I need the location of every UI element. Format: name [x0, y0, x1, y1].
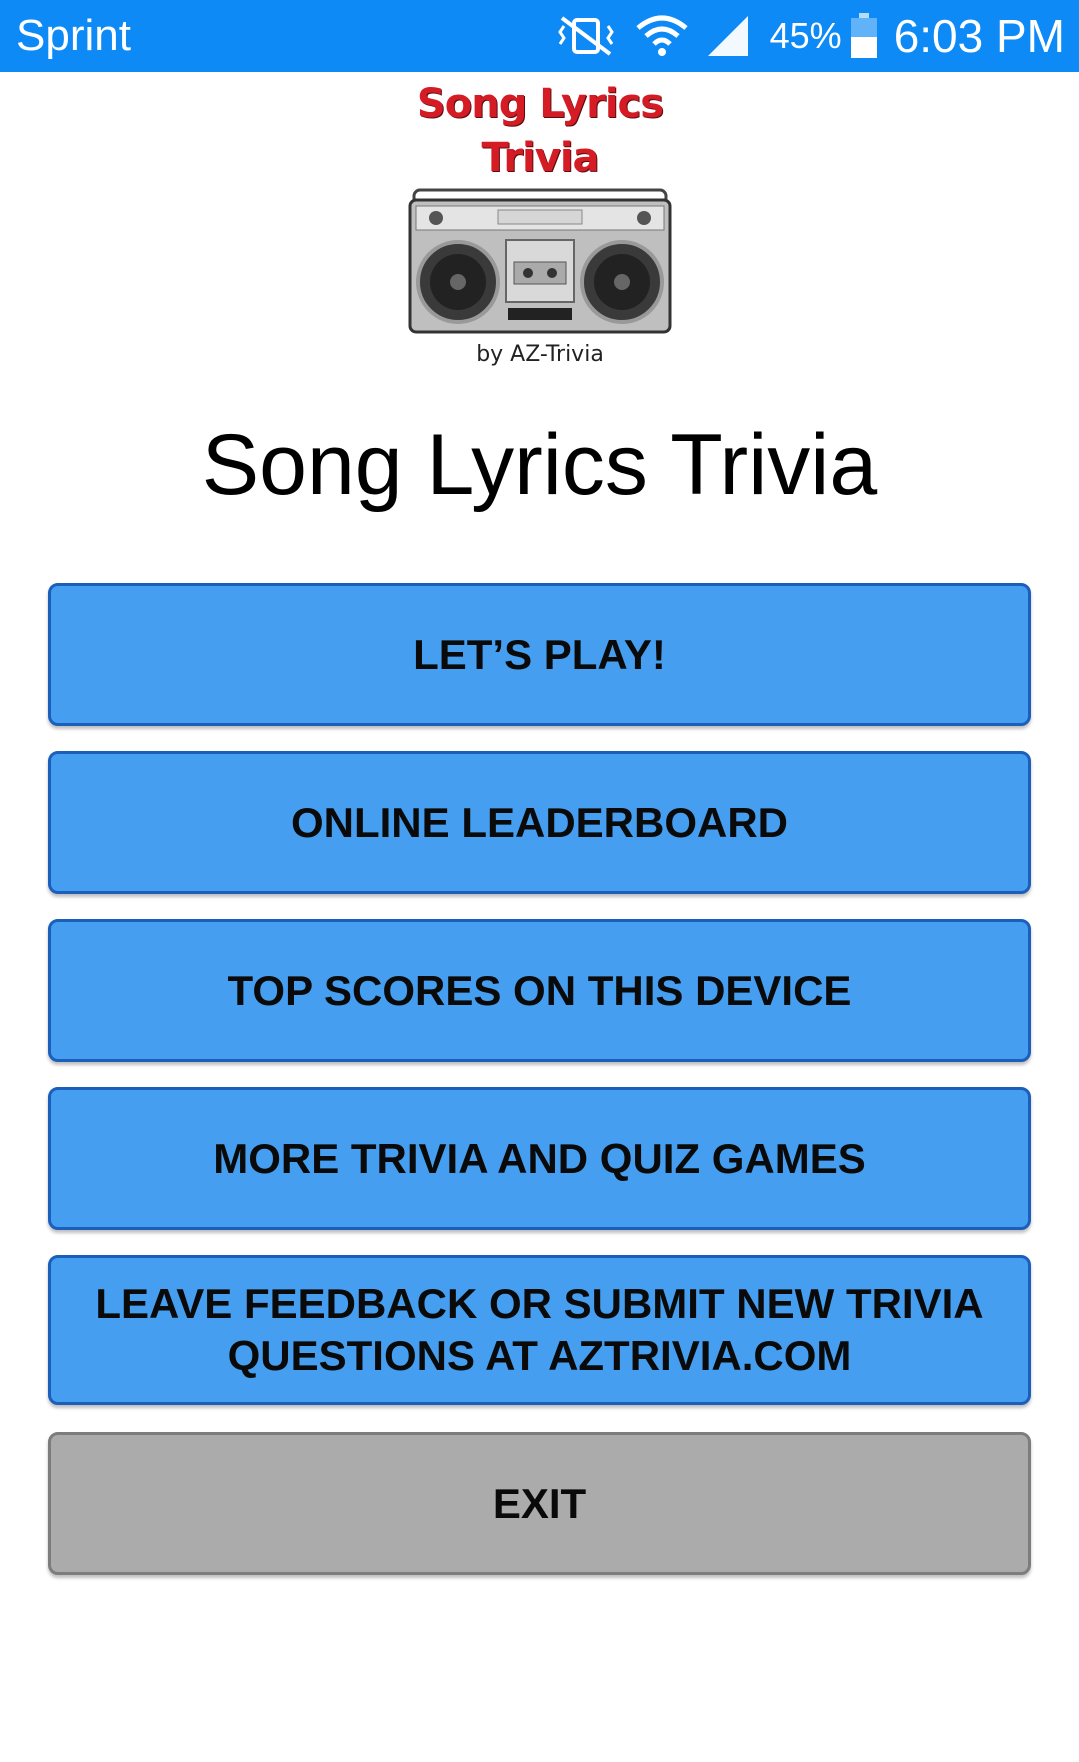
- app-logo: Song Lyrics Trivia by AZ-Trivia: [400, 76, 680, 376]
- battery-percent: 45%: [769, 15, 842, 56]
- clock: 6:03 PM: [893, 10, 1065, 62]
- lets-play-button[interactable]: LET’S PLAY!: [48, 583, 1031, 726]
- page-title: Song Lyrics Trivia: [201, 417, 878, 513]
- top-scores-button[interactable]: TOP SCORES ON THIS DEVICE: [48, 919, 1031, 1062]
- exit-button[interactable]: EXIT: [48, 1432, 1031, 1575]
- logo-title-line2: Trivia: [481, 135, 599, 181]
- logo-byline: by AZ-Trivia: [476, 342, 604, 367]
- status-icons: 45% 6:03 PM: [536, 0, 1065, 72]
- status-bar: Sprint 45% 6:03 PM: [0, 0, 1079, 72]
- main-menu: LET’S PLAY! ONLINE LEADERBOARD TOP SCORE…: [48, 583, 1031, 1600]
- battery-icon: [850, 13, 878, 59]
- more-games-button[interactable]: MORE TRIVIA AND QUIZ GAMES: [48, 1087, 1031, 1230]
- logo-title-line1: Song Lyrics: [416, 81, 664, 127]
- wifi-icon: [636, 14, 688, 58]
- online-leaderboard-button[interactable]: ONLINE LEADERBOARD: [48, 751, 1031, 894]
- vibrate-mute-icon: [554, 14, 618, 58]
- feedback-button[interactable]: LEAVE FEEDBACK OR SUBMIT NEW TRIVIA QUES…: [48, 1255, 1031, 1405]
- signal-icon: [706, 14, 750, 58]
- boombox-icon: [408, 186, 672, 341]
- carrier-name: Sprint: [16, 11, 131, 60]
